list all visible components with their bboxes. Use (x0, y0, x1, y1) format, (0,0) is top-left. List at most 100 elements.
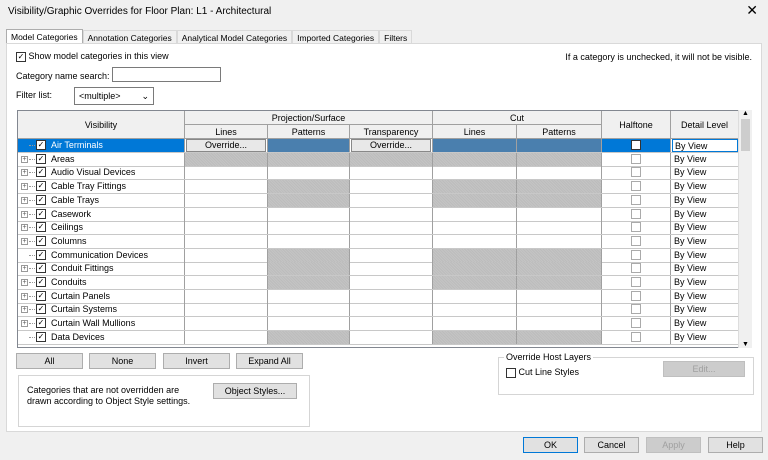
override-cell[interactable] (268, 221, 350, 235)
detail-level-select[interactable]: By View (672, 235, 738, 248)
override-cell[interactable] (517, 289, 602, 303)
visibility-checkbox[interactable]: ✓ (36, 153, 46, 164)
override-cell[interactable] (185, 193, 268, 207)
override-cell[interactable] (268, 193, 350, 207)
expand-icon[interactable]: + (21, 210, 28, 218)
override-cell[interactable] (185, 317, 268, 331)
tab-imported-categories[interactable]: Imported Categories (292, 30, 380, 44)
override-cell[interactable] (517, 152, 602, 166)
visibility-checkbox[interactable]: ✓ (36, 263, 46, 274)
expand-icon[interactable]: + (21, 306, 28, 314)
halftone-checkbox[interactable] (631, 194, 641, 205)
cut-line-styles-option[interactable]: Cut Line Styles (506, 367, 579, 378)
override-cell[interactable] (517, 248, 602, 262)
edit-button[interactable]: Edit... (663, 361, 745, 377)
expand-icon[interactable]: + (21, 265, 28, 273)
expand-icon[interactable]: + (21, 169, 28, 177)
halftone-checkbox[interactable] (631, 277, 641, 287)
override-cell[interactable] (185, 166, 268, 180)
override-cell[interactable] (350, 221, 433, 235)
expand-icon[interactable]: + (21, 320, 28, 328)
override-cell[interactable] (433, 207, 517, 221)
detail-level-select[interactable]: By View (672, 303, 738, 316)
override-cell[interactable] (350, 276, 433, 289)
detail-level-select[interactable]: By View (672, 166, 738, 179)
table-row[interactable]: + ✓ Cable Trays By View (18, 193, 738, 208)
visibility-checkbox[interactable]: ✓ (36, 222, 46, 233)
apply-button[interactable]: Apply (646, 437, 701, 453)
detail-level-select[interactable]: By View (672, 276, 738, 289)
override-cell[interactable] (268, 248, 350, 262)
override-cell[interactable] (268, 180, 350, 194)
override-cell[interactable] (268, 276, 350, 289)
override-cell[interactable] (350, 248, 433, 262)
ok-button[interactable]: OK (523, 437, 578, 453)
override-cell[interactable] (185, 248, 268, 262)
detail-level-select[interactable]: By View (672, 180, 738, 193)
visibility-checkbox[interactable]: ✓ (36, 290, 46, 301)
override-cell[interactable] (350, 166, 433, 180)
halftone-checkbox[interactable] (631, 331, 641, 342)
override-cell[interactable]: Override... (350, 139, 433, 152)
table-row[interactable]: ✓ Communication Devices By View (18, 248, 738, 263)
show-model-checkbox[interactable]: ✓ (16, 51, 26, 62)
override-cell[interactable] (185, 180, 268, 194)
visibility-checkbox[interactable]: ✓ (36, 304, 46, 315)
tab-analytical-model-categories[interactable]: Analytical Model Categories (176, 30, 293, 44)
override-cell[interactable] (433, 330, 517, 344)
override-cell[interactable] (268, 152, 350, 166)
override-cell[interactable] (350, 262, 433, 276)
visibility-checkbox[interactable]: ✓ (36, 194, 46, 205)
override-cell[interactable] (517, 330, 602, 344)
override-cell[interactable] (185, 221, 268, 235)
halftone-checkbox[interactable] (631, 208, 641, 219)
expand-icon[interactable]: + (21, 196, 28, 204)
detail-level-select[interactable]: By View (672, 331, 738, 344)
header-visibility[interactable]: Visibility (18, 111, 185, 139)
override-cell[interactable] (517, 303, 602, 317)
override-cell[interactable] (350, 207, 433, 221)
halftone-checkbox[interactable] (631, 235, 641, 246)
override-cell[interactable] (185, 234, 268, 248)
detail-level-select[interactable]: By View (672, 139, 738, 152)
close-icon[interactable]: ✕ (746, 2, 758, 19)
visibility-checkbox[interactable]: ✓ (36, 235, 46, 246)
override-cell[interactable] (268, 262, 350, 276)
override-cell[interactable] (517, 262, 602, 276)
override-cell[interactable] (185, 276, 268, 289)
override-cell[interactable] (433, 276, 517, 289)
visibility-checkbox[interactable]: ✓ (36, 208, 46, 219)
override-cell[interactable] (185, 289, 268, 303)
halftone-checkbox[interactable] (631, 290, 641, 301)
override-cell[interactable] (433, 152, 517, 166)
override-cell[interactable] (433, 139, 517, 152)
override-cell[interactable] (350, 303, 433, 317)
visibility-checkbox[interactable]: ✓ (36, 249, 46, 260)
expand-icon[interactable]: + (21, 224, 28, 232)
object-styles-button[interactable]: Object Styles... (213, 383, 297, 399)
table-row[interactable]: + ✓ Curtain Panels By View (18, 289, 738, 304)
scroll-thumb[interactable] (741, 119, 750, 151)
halftone-checkbox[interactable] (631, 167, 641, 178)
override-cell[interactable] (517, 276, 602, 289)
override-cell[interactable] (433, 234, 517, 248)
override-cell[interactable] (268, 207, 350, 221)
table-row[interactable]: + ✓ Audio Visual Devices By View (18, 166, 738, 181)
expand-icon[interactable]: + (21, 237, 28, 245)
override-cell[interactable] (433, 248, 517, 262)
override-cell[interactable] (517, 234, 602, 248)
expand-all-button[interactable]: Expand All (236, 353, 303, 369)
table-row[interactable]: + ✓ Ceilings By View (18, 221, 738, 236)
invert-button[interactable]: Invert (163, 353, 230, 369)
override-cell[interactable] (268, 330, 350, 344)
tab-filters[interactable]: Filters (379, 30, 413, 44)
override-cell[interactable] (433, 262, 517, 276)
filter-list-select[interactable]: <multiple> ⌄ (74, 87, 154, 105)
table-row[interactable]: ✓ Air Terminals Override... Override... By V… (18, 139, 738, 153)
table-row[interactable]: + ✓ Areas By View (18, 152, 738, 167)
visibility-checkbox[interactable]: ✓ (36, 277, 46, 287)
table-row[interactable]: + ✓ Columns By View (18, 234, 738, 249)
halftone-checkbox[interactable] (631, 153, 641, 164)
expand-icon[interactable]: + (21, 183, 28, 191)
override-cell[interactable] (433, 166, 517, 180)
